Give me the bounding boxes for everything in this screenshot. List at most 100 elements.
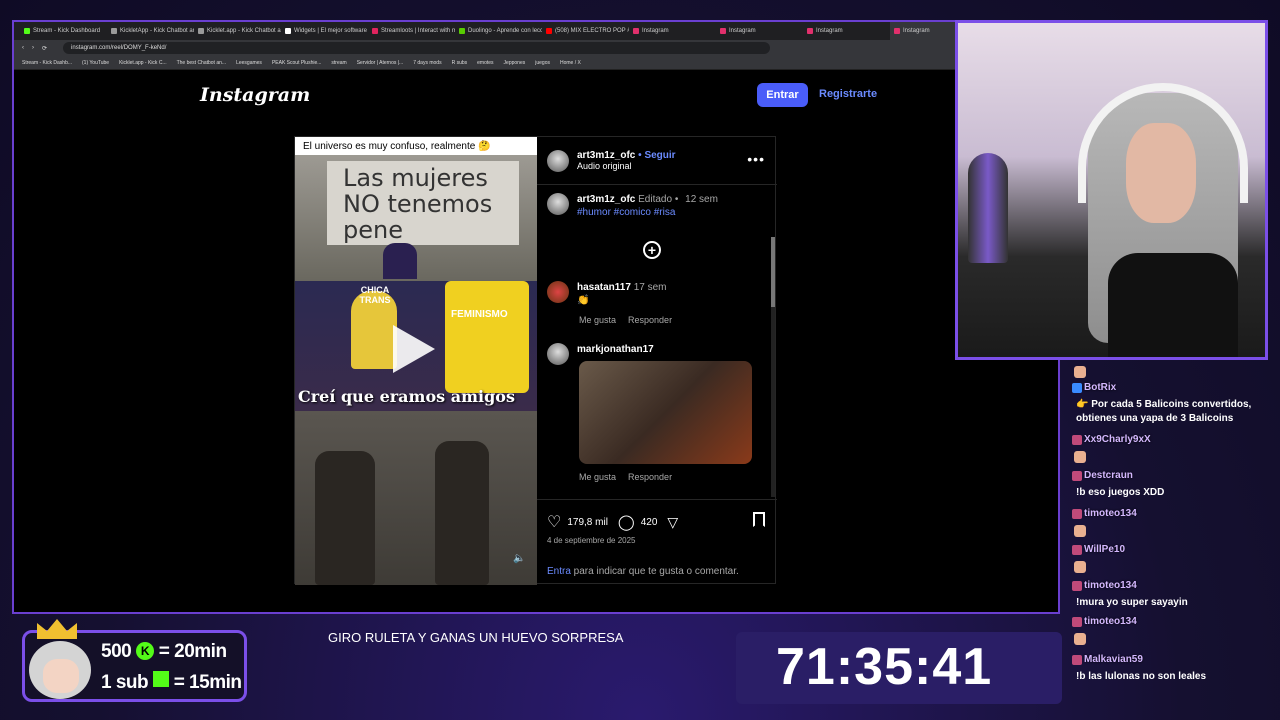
comment-user[interactable]: hasatan117 [577, 282, 631, 293]
chat-emote-icon [1074, 366, 1086, 378]
register-link[interactable]: Registrarte [819, 88, 877, 100]
comments-scrollbar[interactable] [771, 237, 775, 497]
instagram-logo[interactable]: Instagram [200, 84, 310, 106]
forward-icon[interactable]: › [32, 45, 34, 51]
login-prompt: Entra para indicar que te gusta o coment… [547, 566, 739, 577]
mute-icon[interactable]: 🔈 [513, 553, 525, 564]
login-button[interactable]: Entrar [757, 83, 808, 107]
reel-post: El universo es muy confuso, realmente 🤔 … [294, 136, 777, 585]
follow-button[interactable]: Seguir [644, 150, 675, 161]
chat-badge-icon [1072, 434, 1082, 445]
chat-badge-icon [1072, 580, 1082, 591]
share-icon[interactable]: ▽ [667, 514, 678, 531]
chat-username[interactable]: WillPe10 [1072, 544, 1125, 555]
login-prompt-link[interactable]: Entra [547, 566, 571, 577]
bookmark-item[interactable]: The best Chatbot an... [177, 60, 226, 66]
author-avatar[interactable] [547, 193, 569, 215]
like-comment-button[interactable]: Me gusta [579, 315, 616, 325]
tab-label: Instagram [642, 28, 669, 34]
tab-favicon-icon [111, 28, 117, 34]
chat-user-label: timoteo134 [1084, 508, 1137, 519]
bookmark-item[interactable]: Stream - Kick Dashb... [22, 60, 72, 66]
chat-badge-icon [1072, 382, 1082, 393]
bookmark-icon[interactable] [753, 512, 765, 527]
browser-tab[interactable]: (508) MIX ELECTRO POP #4 (D [542, 22, 629, 40]
chat-badge-icon [1072, 470, 1082, 481]
chat-username[interactable]: BotRix [1072, 382, 1116, 393]
browser-tab[interactable]: Kicklet.app - Kick Chatbot and [194, 22, 281, 40]
reply-button[interactable]: Responder [628, 315, 672, 325]
heart-icon[interactable]: ♡ [547, 512, 561, 532]
bookmark-item[interactable]: (1) YouTube [82, 60, 109, 66]
bookmark-item[interactable]: Home / X [560, 60, 581, 66]
bookmark-item[interactable]: Kicklet.app - Kick C... [119, 60, 167, 66]
promo-panel: 500 K = 20min 1 sub = 15min [22, 619, 247, 702]
comment-icon[interactable]: ◯ [618, 513, 635, 531]
chat-username[interactable]: timoteo134 [1072, 616, 1137, 627]
chat-user-label: Destcraun [1084, 470, 1133, 481]
tab-favicon-icon [546, 28, 552, 34]
description-user[interactable]: art3m1z_ofc [577, 194, 635, 205]
browser-tab[interactable]: Instagram [803, 22, 890, 40]
comment-time: 17 sem [633, 282, 667, 293]
bookmark-item[interactable]: PEAK Scout Plushie... [272, 60, 321, 66]
meme2-bottom-text: Creí que eramos amigos [298, 387, 515, 406]
commenter-avatar[interactable] [547, 281, 569, 303]
browser-tab[interactable]: Widgets | El mejor software pa [281, 22, 368, 40]
play-icon[interactable] [393, 325, 435, 373]
bookmark-item[interactable]: Servidor | Aternos |... [357, 60, 404, 66]
browser-tab[interactable]: Instagram [716, 22, 803, 40]
tab-label: Kicklet.app - Kick Chatbot and [207, 28, 281, 34]
tab-favicon-icon [807, 28, 813, 34]
audio-label[interactable]: Audio original [577, 161, 676, 171]
hashtags[interactable]: #humor #comico #risa [577, 207, 675, 218]
comment-gif[interactable] [579, 361, 752, 464]
meme2-label-left: CHICA TRANS [359, 285, 391, 305]
bookmark-item[interactable]: Leesgames [236, 60, 262, 66]
tab-label: Duolingo - Aprende con lecció [468, 28, 542, 34]
more-options-icon[interactable]: ••• [747, 151, 765, 167]
streamer-face [1126, 123, 1196, 223]
edited-label: Editado [638, 194, 673, 205]
browser-tab[interactable]: Instagram [629, 22, 716, 40]
commenter-avatar[interactable] [547, 343, 569, 365]
bookmark-item[interactable]: R subs [452, 60, 468, 66]
tab-favicon-icon [198, 28, 204, 34]
chat-user-label: BotRix [1084, 382, 1117, 393]
reload-icon[interactable]: ⟳ [42, 45, 47, 52]
tab-label: Instagram [729, 28, 756, 34]
tab-favicon-icon [633, 28, 639, 34]
tab-label: Instagram [903, 28, 930, 34]
stream-chat: BotRix 👉 Por cada 5 Balicoins convertidos… [1068, 362, 1280, 720]
like-comment-button[interactable]: Me gusta [579, 472, 616, 482]
chat-username[interactable]: Malkavian59 [1072, 654, 1143, 665]
browser-window: Stream - Kick Dashboard KickletApp - Kick… [12, 20, 1060, 614]
browser-tab[interactable]: Duolingo - Aprende con lecció [455, 22, 542, 40]
meme-panel-1: Las mujeres NO tenemos pene [295, 155, 537, 281]
bookmark-item[interactable]: juegos [535, 60, 550, 66]
reel-video[interactable]: El universo es muy confuso, realmente 🤔 … [295, 137, 537, 585]
browser-tab[interactable]: Stream - Kick Dashboard [20, 22, 107, 40]
comment-count: 420 [640, 516, 658, 528]
reply-button[interactable]: Responder [628, 472, 672, 482]
follow-separator: • [638, 150, 642, 161]
url-field[interactable]: instagram.com/reel/DOMY_F-keNd/ [63, 42, 770, 54]
promo-line-1: 500 K = 20min [101, 641, 227, 663]
ticker-text: GIRO RULETA Y GANAS UN HUEVO SORPRESA [328, 630, 624, 645]
chat-username[interactable]: timoteo134 [1072, 580, 1137, 591]
bookmark-item[interactable]: stream [331, 60, 346, 66]
bookmark-item[interactable]: emotes [477, 60, 493, 66]
browser-tab[interactable]: Streamloots | Interact with mo [368, 22, 455, 40]
author-avatar[interactable] [547, 149, 569, 172]
browser-tab[interactable]: KickletApp - Kick Chatbot and [107, 22, 194, 40]
bookmark-item[interactable]: Jeppones [504, 60, 526, 66]
author-name[interactable]: art3m1z_ofc [577, 150, 635, 161]
chat-username[interactable]: timoteo134 [1072, 508, 1137, 519]
load-more-comments-icon[interactable]: + [643, 241, 661, 259]
bookmark-item[interactable]: 7 days mods [413, 60, 441, 66]
comment-user[interactable]: markjonathan17 [577, 344, 654, 355]
tab-favicon-icon [459, 28, 465, 34]
chat-username[interactable]: Destcraun [1072, 470, 1133, 481]
back-icon[interactable]: ‹ [22, 45, 24, 51]
chat-username[interactable]: Xx9Charly9xX [1072, 434, 1151, 445]
